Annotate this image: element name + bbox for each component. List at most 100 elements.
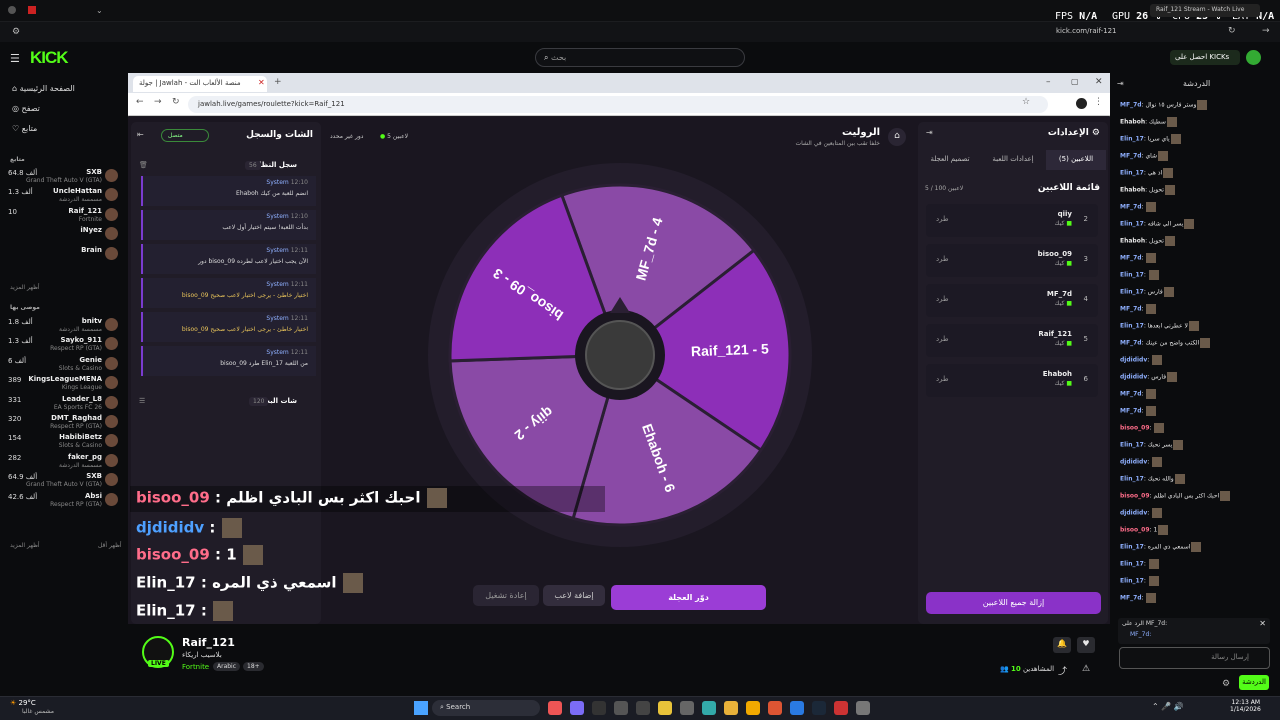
chat-user[interactable]: djdididv [1120,357,1147,364]
menu-icon[interactable] [8,6,16,14]
kick-player-button[interactable]: طرد [936,255,949,263]
chat-user[interactable]: Elin_17 [1120,561,1144,568]
chat-user[interactable]: Elin_17 [1120,442,1144,449]
chat-user[interactable]: Elin_17 [1120,136,1144,143]
sidebar-channel[interactable]: Leader_L8 EA Sports FC 26 331 [8,394,120,412]
windows-start-icon[interactable] [414,701,428,715]
collapse-icon[interactable]: ⇤ [137,130,144,139]
edge-icon[interactable] [790,701,804,715]
tag-arabic[interactable]: Arabic [213,662,241,671]
bookmark-star-icon[interactable]: ☆ [1022,97,1030,107]
chat-user[interactable]: MF_7d [1120,340,1142,347]
app-icon-4[interactable] [658,701,672,715]
chat-user[interactable]: djdididv [1120,510,1147,517]
nav-home[interactable]: ⌂ الصفحة الرئيسية [12,84,75,93]
sidebar-channel[interactable]: Absi Respect RP (GTA) 42.6 ألف [8,491,120,509]
chat-user[interactable]: Elin_17 [1120,544,1144,551]
app-icon-3[interactable] [636,701,650,715]
kick-player-button[interactable]: طرد [936,335,949,343]
clock[interactable]: 12:13 AM 1/14/2026 [1230,699,1261,713]
app-icon-8[interactable] [834,701,848,715]
profile-icon[interactable] [1076,98,1087,109]
kick-player-button[interactable]: طرد [936,375,949,383]
chat-user[interactable]: MF_7d [1120,595,1142,602]
embedded-url-field[interactable]: jawlah.live/games/roulette?kick=Raif_121 [188,96,1048,113]
sidebar-channel[interactable]: Raif_121 Fortnite 10 [8,206,120,224]
show-more-recommended[interactable]: أظهر المزيد [10,542,40,549]
settings-icon[interactable]: ⚙ [12,27,20,37]
app-icon-5[interactable] [680,701,694,715]
chat-user[interactable]: bisoo_09 [1120,527,1150,534]
add-player-button[interactable]: إضافة لاعب [543,585,605,606]
tray-icons[interactable]: ⌃ 🎤 🔊 [1152,702,1184,711]
app-icon[interactable] [28,6,36,14]
minimize-icon[interactable]: – [1046,77,1051,87]
stream-category[interactable]: Fortnite [182,663,209,671]
collapse-icon-2[interactable]: ⇥ [926,128,933,137]
sidebar-channel[interactable]: HabibiBetz Slots & Casino 154 [8,432,120,450]
chat-user[interactable]: MF_7d [1120,204,1142,211]
chat-user[interactable]: bisoo_09 [1120,425,1150,432]
sidebar-channel[interactable]: Genie Slots & Casino 6 ألف [8,355,120,373]
chat-user[interactable]: Elin_17 [1120,170,1144,177]
chat-settings-icon[interactable]: ⚙ [1222,679,1230,689]
kick-player-button[interactable]: طرد [936,295,949,303]
chat-user[interactable]: bisoo_09 [1120,493,1150,500]
sidebar-channel[interactable]: SXB Grand Theft Auto V (GTA) 64.8 ألف [8,167,120,185]
app-icon-6[interactable] [702,701,716,715]
forward-icon-2[interactable]: → [154,97,162,107]
browser-tab-kick[interactable]: Raif_121 Stream - Watch Live [1150,4,1260,17]
chevron-down-icon[interactable]: ⌄ [96,6,103,15]
close-reply-icon[interactable]: ✕ [1259,619,1266,628]
chat-message-input[interactable]: إرسال رسالة [1119,647,1270,669]
chat-user[interactable]: Elin_17 [1120,323,1144,330]
chat-user[interactable]: Elin_17 [1120,578,1144,585]
app-icon-7[interactable] [746,701,760,715]
tab-close-icon[interactable]: ✕ [258,78,265,87]
nav-browse[interactable]: ◎ تصفح [12,104,40,113]
warning-icon[interactable]: ⚠ [1082,664,1090,674]
trash-icon[interactable]: 🗑 [139,161,148,169]
back-icon[interactable]: ← [136,97,144,107]
chat-user[interactable]: Elin_17 [1120,289,1144,296]
sidebar-channel[interactable]: KingsLeagueMENA Kings League 389 [8,374,120,392]
filter-icon[interactable]: ☰ [139,397,145,405]
chat-user[interactable]: Ehaboh [1120,119,1145,126]
remove-all-players-button[interactable]: إزالة جميع اللاعبين [926,592,1101,614]
spin-wheel-button[interactable]: دوّر العجلة [611,585,766,610]
chat-user[interactable]: MF_7d [1120,153,1142,160]
chat-send-button[interactable]: الدردشة [1239,675,1269,690]
sidebar-channel[interactable]: DMT_Raghad Respect RP (GTA) 320 [8,413,120,431]
chat-user[interactable]: MF_7d [1120,306,1142,313]
settings-app-icon[interactable] [856,701,870,715]
kick-logo[interactable]: KICK [30,48,69,68]
chat-user[interactable]: Elin_17 [1120,272,1144,279]
chat-user[interactable]: djdididv [1120,459,1147,466]
heart-follow-icon[interactable]: ♥ [1077,637,1095,653]
firefox-icon[interactable] [548,701,562,715]
new-tab-icon[interactable]: + [274,77,282,87]
bell-icon[interactable]: 🔔 [1053,637,1071,653]
sidebar-channel[interactable]: Brain [8,245,120,263]
epic-icon[interactable] [592,701,606,715]
embedded-tab-jawlah[interactable]: جولة | Jawlah - منصة الألعاب الت [133,76,267,92]
taskbar-search[interactable]: ⌕ Search [432,700,540,716]
forward-icon[interactable]: → [1262,26,1270,36]
steam-icon[interactable] [812,701,826,715]
app-icon-2[interactable] [614,701,628,715]
brave-icon[interactable] [768,701,782,715]
tab-game-settings[interactable]: إعدادات اللعبة [982,150,1044,170]
weather-widget[interactable]: ☀ 29°C [10,699,36,707]
sidebar-channel[interactable]: SXB Grand Theft Auto V (GTA) 64.9 ألف [8,471,120,489]
sidebar-channel[interactable]: UncleHattan مسمسة الدردشة 1.3 ألف [8,186,120,204]
chat-user[interactable]: MF_7d [1120,102,1142,109]
search-input[interactable]: ⌕ بحث [535,48,745,67]
maximize-icon[interactable]: ▢ [1071,77,1079,86]
show-more-following[interactable]: أظهر المزيد [10,284,40,291]
chat-user[interactable]: Ehaboh [1120,187,1145,194]
sidebar-channel[interactable]: bnitv مسمسة الدردشة 1.8 ألف [8,316,120,334]
sidebar-channel[interactable]: Sayko_911 Respect RP (GTA) 1.3 ألف [8,335,120,353]
sidebar-channel[interactable]: faker_pg مسمسة الدردشة 282 [8,452,120,470]
get-kicks-button[interactable]: احصل على KICKs [1170,50,1240,65]
hamburger-icon[interactable]: ☰ [10,52,20,65]
